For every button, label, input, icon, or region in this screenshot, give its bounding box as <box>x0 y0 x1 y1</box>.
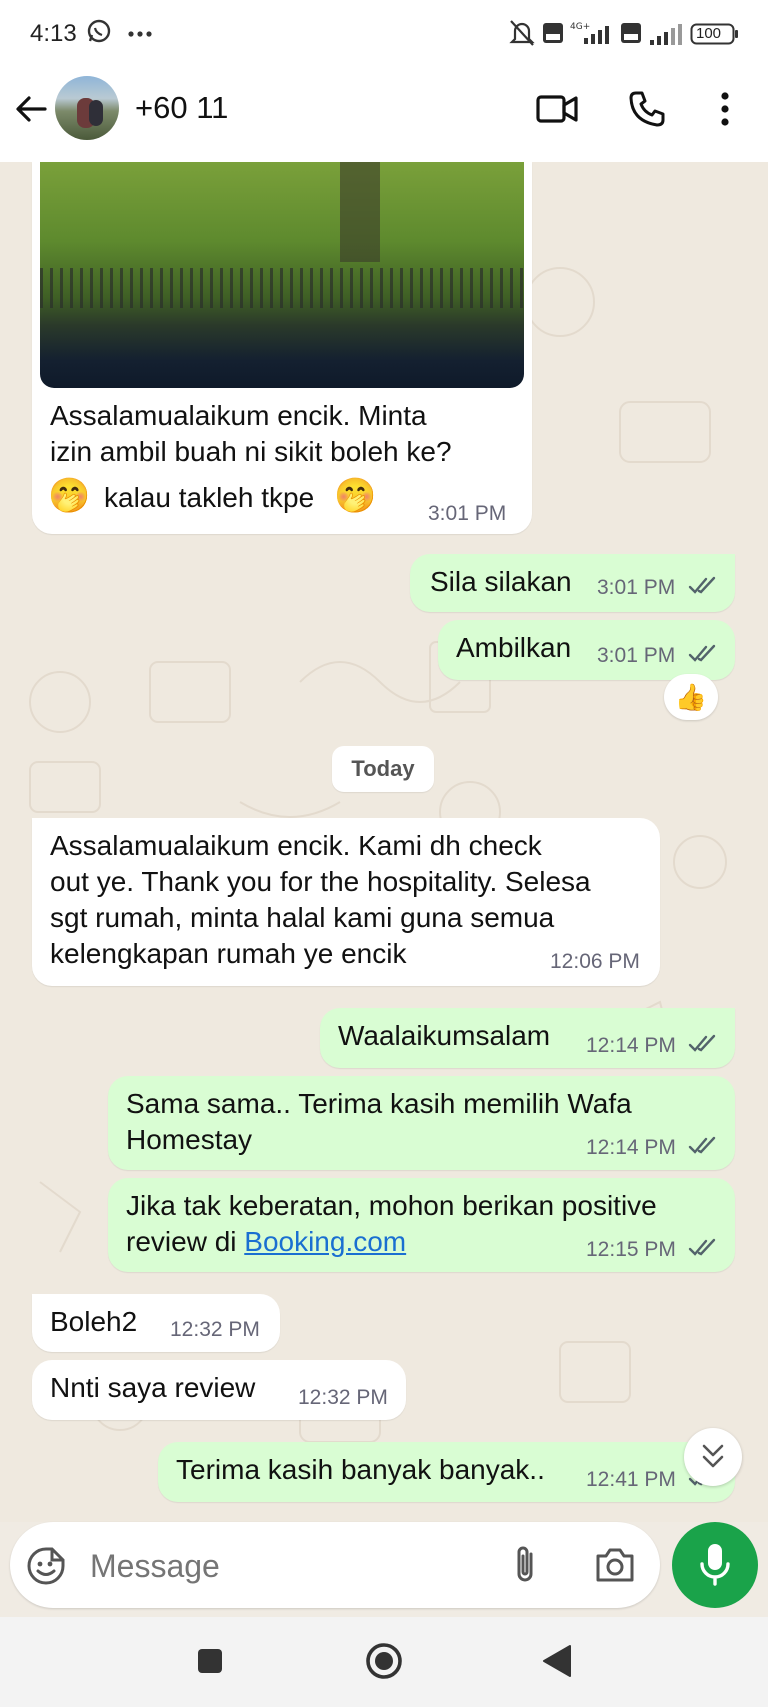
message-text: Waalaikumsalam <box>338 1020 551 1051</box>
double-chevron-down-icon <box>702 1444 724 1468</box>
shush-emoji-icon-2: 🤭 <box>334 477 377 515</box>
incoming-message[interactable]: Boleh2 12:32 PM <box>32 1294 280 1352</box>
thumbs-up-icon: 👍 <box>674 682 708 712</box>
message-text: Ambilkan <box>456 632 572 663</box>
incoming-message[interactable]: Assalamualaikum encik. Kami dh check out… <box>32 818 660 986</box>
camera-icon[interactable] <box>594 1546 636 1589</box>
avatar[interactable] <box>55 76 119 140</box>
voice-call-icon[interactable] <box>628 90 666 133</box>
message-text: Boleh2 <box>50 1306 138 1337</box>
video-call-icon[interactable] <box>536 92 578 131</box>
signal-4g-icon: 4G+ <box>568 20 616 51</box>
message-time: 12:32 PM <box>298 1386 388 1409</box>
outgoing-message[interactable]: Terima kasih banyak banyak.. 12:41 PM <box>158 1442 735 1502</box>
contact-name[interactable]: +60 11 <box>135 90 228 126</box>
booking-link[interactable]: Booking.com <box>244 1226 406 1257</box>
message-time: 3:01 PM <box>597 576 676 599</box>
message-input-box[interactable] <box>10 1522 660 1608</box>
message-composer <box>0 1522 768 1617</box>
recents-button[interactable] <box>196 1647 224 1680</box>
silent-bell-icon <box>508 18 536 53</box>
message-time: 12:15 PM <box>586 1238 676 1261</box>
message-time: 12:41 PM <box>586 1468 676 1491</box>
scroll-to-bottom-button[interactable] <box>684 1428 742 1486</box>
volte-icon-2 <box>620 22 642 49</box>
message-text: Jika tak keberatan, mohon berikan positi… <box>126 1188 657 1260</box>
voice-record-button[interactable] <box>672 1522 758 1608</box>
chat-header: +60 11 <box>0 70 768 162</box>
status-time: 4:13 <box>30 20 77 47</box>
date-label: Today <box>351 756 415 781</box>
more-options-icon[interactable] <box>718 90 732 133</box>
signal-icon <box>648 22 684 51</box>
read-receipt-icon <box>688 644 716 662</box>
attach-icon[interactable] <box>512 1544 540 1591</box>
system-navigation-bar <box>0 1617 768 1707</box>
chat-area[interactable]: Assalamualaikum encik. Minta izin ambil … <box>0 162 768 1522</box>
message-time: 12:32 PM <box>170 1318 260 1341</box>
message-time: 12:14 PM <box>586 1034 676 1057</box>
outgoing-message[interactable]: Sama sama.. Terima kasih memilih Wafa Ho… <box>108 1076 735 1170</box>
message-time: 12:06 PM <box>550 950 640 973</box>
message-text: Sama sama.. Terima kasih memilih Wafa Ho… <box>126 1088 632 1155</box>
whatsapp-notification-icon <box>86 18 112 49</box>
outgoing-message[interactable]: Jika tak keberatan, mohon berikan positi… <box>108 1178 735 1272</box>
message-text: Nnti saya review <box>50 1372 256 1403</box>
home-button[interactable] <box>364 1641 404 1686</box>
status-bar: 4:13 4G+ 100 <box>0 0 768 70</box>
shared-photo[interactable] <box>40 162 524 388</box>
more-notifications-icon <box>126 22 154 47</box>
incoming-photo-message[interactable]: Assalamualaikum encik. Minta izin ambil … <box>32 162 532 534</box>
outgoing-message[interactable]: Ambilkan 3:01 PM <box>438 620 735 680</box>
message-text: Terima kasih banyak banyak.. <box>176 1454 545 1485</box>
volte-icon <box>542 22 564 49</box>
read-receipt-icon <box>688 1034 716 1052</box>
incoming-message[interactable]: Nnti saya review 12:32 PM <box>32 1360 406 1420</box>
date-divider: Today <box>332 746 434 792</box>
message-time: 3:01 PM <box>428 502 507 525</box>
message-time: 3:01 PM <box>597 644 676 667</box>
battery-level: 100 <box>696 25 722 42</box>
message-text: Sila silakan <box>430 566 572 597</box>
reaction-badge[interactable]: 👍 <box>664 674 718 720</box>
message-text-line-3: kalau takleh tkpe <box>104 482 315 513</box>
svg-text:4G+: 4G+ <box>570 22 590 32</box>
message-text: Assalamualaikum encik. Minta izin ambil … <box>50 400 452 467</box>
read-receipt-icon <box>688 576 716 594</box>
message-input[interactable] <box>88 1542 472 1590</box>
outgoing-message[interactable]: Sila silakan 3:01 PM <box>410 554 735 612</box>
shush-emoji-icon: 🤭 <box>48 477 91 515</box>
emoji-sticker-icon[interactable] <box>26 1546 66 1591</box>
back-arrow-icon[interactable] <box>14 92 48 131</box>
message-time: 12:14 PM <box>586 1136 676 1159</box>
read-receipt-icon <box>688 1238 716 1256</box>
microphone-icon <box>700 1544 730 1586</box>
message-text: Assalamualaikum encik. Kami dh check out… <box>50 830 591 969</box>
outgoing-message[interactable]: Waalaikumsalam 12:14 PM <box>320 1008 735 1068</box>
back-button[interactable] <box>540 1643 574 1684</box>
read-receipt-icon <box>688 1136 716 1154</box>
